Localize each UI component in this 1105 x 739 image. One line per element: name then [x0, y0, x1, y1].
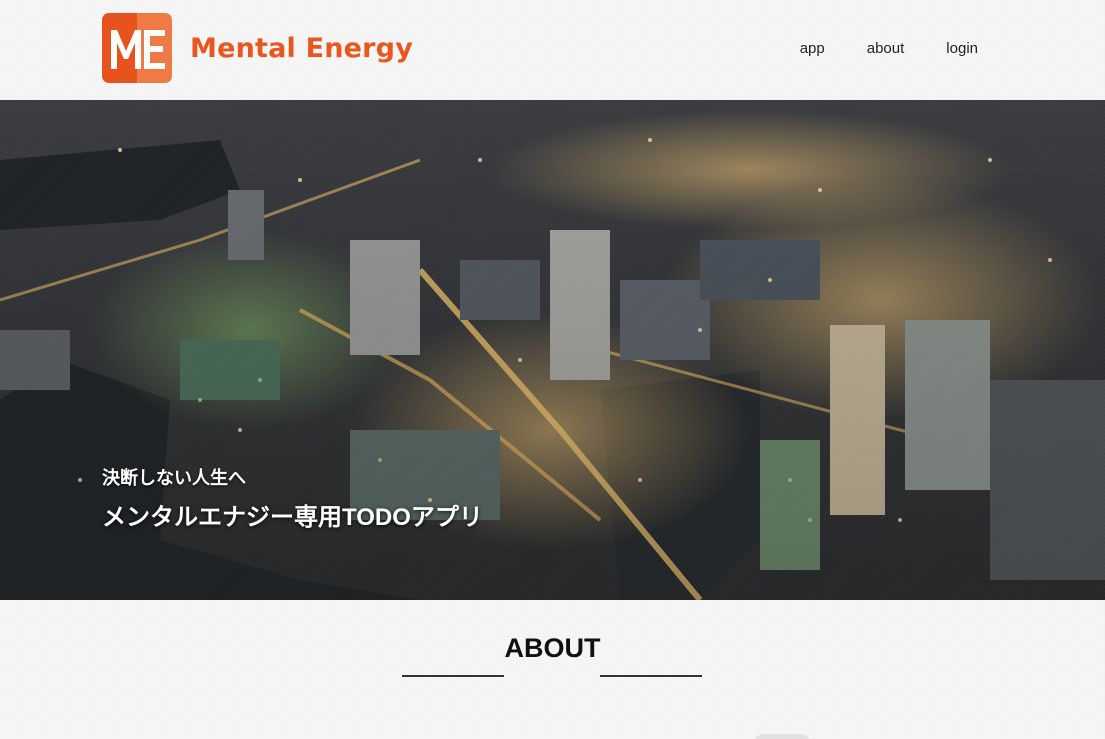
- logo-text: Mental Energy: [190, 32, 414, 64]
- about-section: ABOUT: [0, 600, 1105, 739]
- nav-login-link[interactable]: login: [946, 40, 978, 57]
- hero-subtitle: 決断しない人生へ: [102, 468, 246, 488]
- hero-title: メンタルエナジー専用TODOアプリ: [102, 504, 483, 531]
- nav-about-link[interactable]: about: [867, 40, 905, 57]
- hero-banner: 決断しない人生へ メンタルエナジー専用TODOアプリ: [0, 100, 1105, 600]
- about-divider-right: [600, 675, 702, 677]
- main-nav: app about login: [758, 40, 978, 57]
- nav-app-link[interactable]: app: [800, 40, 825, 57]
- logo-mark-icon: [102, 13, 172, 83]
- site-header: Mental Energy app about login: [0, 0, 1105, 100]
- about-heading: ABOUT: [504, 633, 601, 663]
- about-content-peek: [752, 734, 812, 739]
- about-divider-left: [402, 675, 504, 677]
- logo[interactable]: Mental Energy: [102, 13, 413, 83]
